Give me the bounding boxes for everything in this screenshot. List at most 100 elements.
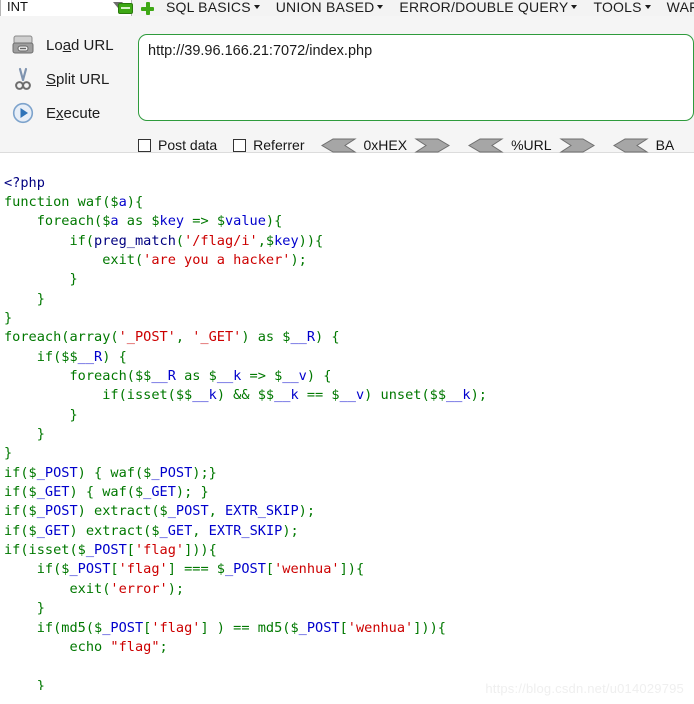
code-token: __k — [274, 387, 299, 404]
menu-icon-group — [118, 2, 154, 15]
checkbox-box[interactable] — [233, 138, 247, 152]
code-token: _POST — [36, 464, 78, 481]
minus-icon[interactable] — [118, 3, 133, 14]
code-token: ( — [175, 232, 185, 249]
code-token: if($ — [4, 561, 70, 578]
code-token: if($ — [4, 522, 37, 539]
code-token: ])){ — [184, 542, 217, 559]
code-token: ) && $$ — [216, 387, 275, 404]
code-token: ); — [290, 251, 307, 268]
code-token: foreach($$ — [4, 368, 152, 385]
menu-item-sql-basics[interactable]: SQL BASICS — [166, 0, 260, 15]
split-url-button[interactable]: Split URL — [0, 62, 130, 96]
code-token: ])){ — [413, 619, 446, 636]
code-token: , — [208, 503, 225, 520]
menu-item-label: WAF BYPA — [666, 0, 694, 15]
scissors-icon — [10, 66, 36, 92]
load-url-label: Load URL — [46, 37, 114, 54]
label-accesskey: S — [46, 70, 57, 88]
code-token: ] ) == md5($ — [200, 619, 299, 636]
code-token: foreach(array( — [4, 329, 119, 346]
checkbox-box[interactable] — [138, 138, 151, 152]
code-token: '/flag/i' — [184, 232, 258, 249]
code-token: ) { waf($ — [77, 464, 152, 481]
code-token: _GET — [159, 522, 193, 539]
arrow-right-icon[interactable] — [558, 138, 595, 153]
code-token: ) { — [306, 368, 332, 385]
code-token: } — [4, 445, 13, 462]
code-token: __R — [151, 368, 176, 385]
label-accesskey: x — [56, 104, 64, 122]
caret-down-icon — [253, 5, 260, 9]
code-token: 'flag' — [134, 542, 185, 559]
code-token: _POST — [102, 619, 144, 636]
code-token: } — [4, 310, 13, 326]
code-token: if($ — [4, 484, 37, 501]
code-token: ] === $ — [167, 561, 225, 578]
load-url-icon — [10, 32, 36, 58]
url-input[interactable] — [138, 34, 694, 121]
menu-item-label: ERROR/DOUBLE QUERY — [399, 0, 569, 15]
post-data-label: Post data — [158, 137, 218, 153]
code-token: } — [4, 406, 78, 423]
code-token: foreach($ — [4, 213, 111, 230]
referrer-checkbox[interactable]: Referrer — [233, 137, 305, 153]
split-url-label: Split URL — [46, 71, 109, 88]
menu-item-waf-bypass[interactable]: WAF BYPA — [667, 0, 694, 15]
code-token: => $ — [184, 213, 225, 230]
arrow-left-icon[interactable] — [320, 138, 357, 153]
code-token: ); — [282, 522, 299, 539]
code-token: ); — [298, 503, 316, 520]
code-token: ) extract($ — [77, 503, 168, 520]
code-token: as $ — [118, 213, 160, 230]
arrow-left-icon[interactable] — [612, 138, 649, 153]
label-part: d URL — [71, 36, 114, 54]
code-token: '_POST' — [118, 329, 176, 346]
code-token: a — [110, 213, 119, 230]
post-data-checkbox[interactable]: Post data — [138, 137, 217, 153]
encoder-label-base64: BA — [655, 137, 675, 153]
code-token: if($$ — [4, 348, 78, 365]
code-token: if(isset($ — [4, 542, 86, 559]
mode-select[interactable]: INT — [0, 0, 132, 16]
menu-item-tools[interactable]: TOOLS — [593, 0, 651, 15]
code-token: 'error' — [110, 580, 168, 597]
code-token: function waf($ — [4, 193, 119, 210]
code-token: preg_match — [94, 232, 176, 249]
code-token: ; — [159, 638, 168, 655]
referrer-label: Referrer — [253, 137, 305, 153]
code-token: ) as $ — [241, 329, 291, 346]
menu-item-union-based[interactable]: UNION BASED — [276, 0, 384, 15]
code-token: key — [274, 232, 299, 249]
arrow-right-icon[interactable] — [414, 138, 451, 153]
code-token: )){ — [298, 232, 324, 249]
menu-item-error-double-query[interactable]: ERROR/DOUBLE QUERY — [399, 0, 578, 15]
code-token: _GET — [143, 484, 176, 501]
encoder-group-hex: 0xHEX — [320, 137, 451, 153]
code-token: [ — [265, 561, 275, 578]
menu-item-list: SQL BASICS UNION BASED ERROR/DOUBLE QUER… — [166, 0, 694, 15]
php-source-output: <?php function waf($a){ foreach($a as $k… — [0, 165, 694, 691]
code-token: __v — [339, 387, 365, 404]
code-token: 'wenhua' — [347, 619, 414, 636]
menu-item-label: UNION BASED — [275, 0, 375, 15]
menu-item-label: SQL BASICS — [166, 0, 251, 15]
encoder-group-base64: BA — [612, 137, 675, 153]
execute-button[interactable]: Execute — [0, 96, 130, 130]
code-token: [ — [126, 542, 135, 559]
code-token: == $ — [298, 387, 340, 404]
code-token: } — [4, 600, 45, 617]
code-token: <?php — [4, 174, 45, 191]
label-accesskey: a — [62, 36, 72, 54]
code-token: ) { — [315, 329, 340, 346]
load-url-button[interactable]: Load URL — [0, 28, 130, 62]
code-token: } — [4, 677, 45, 691]
code-token: } — [4, 271, 78, 288]
arrow-left-icon[interactable] — [468, 138, 504, 153]
code-token: ) { — [102, 348, 127, 365]
plus-icon[interactable] — [141, 2, 154, 15]
code-token: ){ — [265, 213, 283, 230]
code-token: if(md5($ — [4, 619, 103, 636]
execute-play-icon — [10, 100, 36, 126]
code-token: ) extract($ — [69, 522, 160, 539]
